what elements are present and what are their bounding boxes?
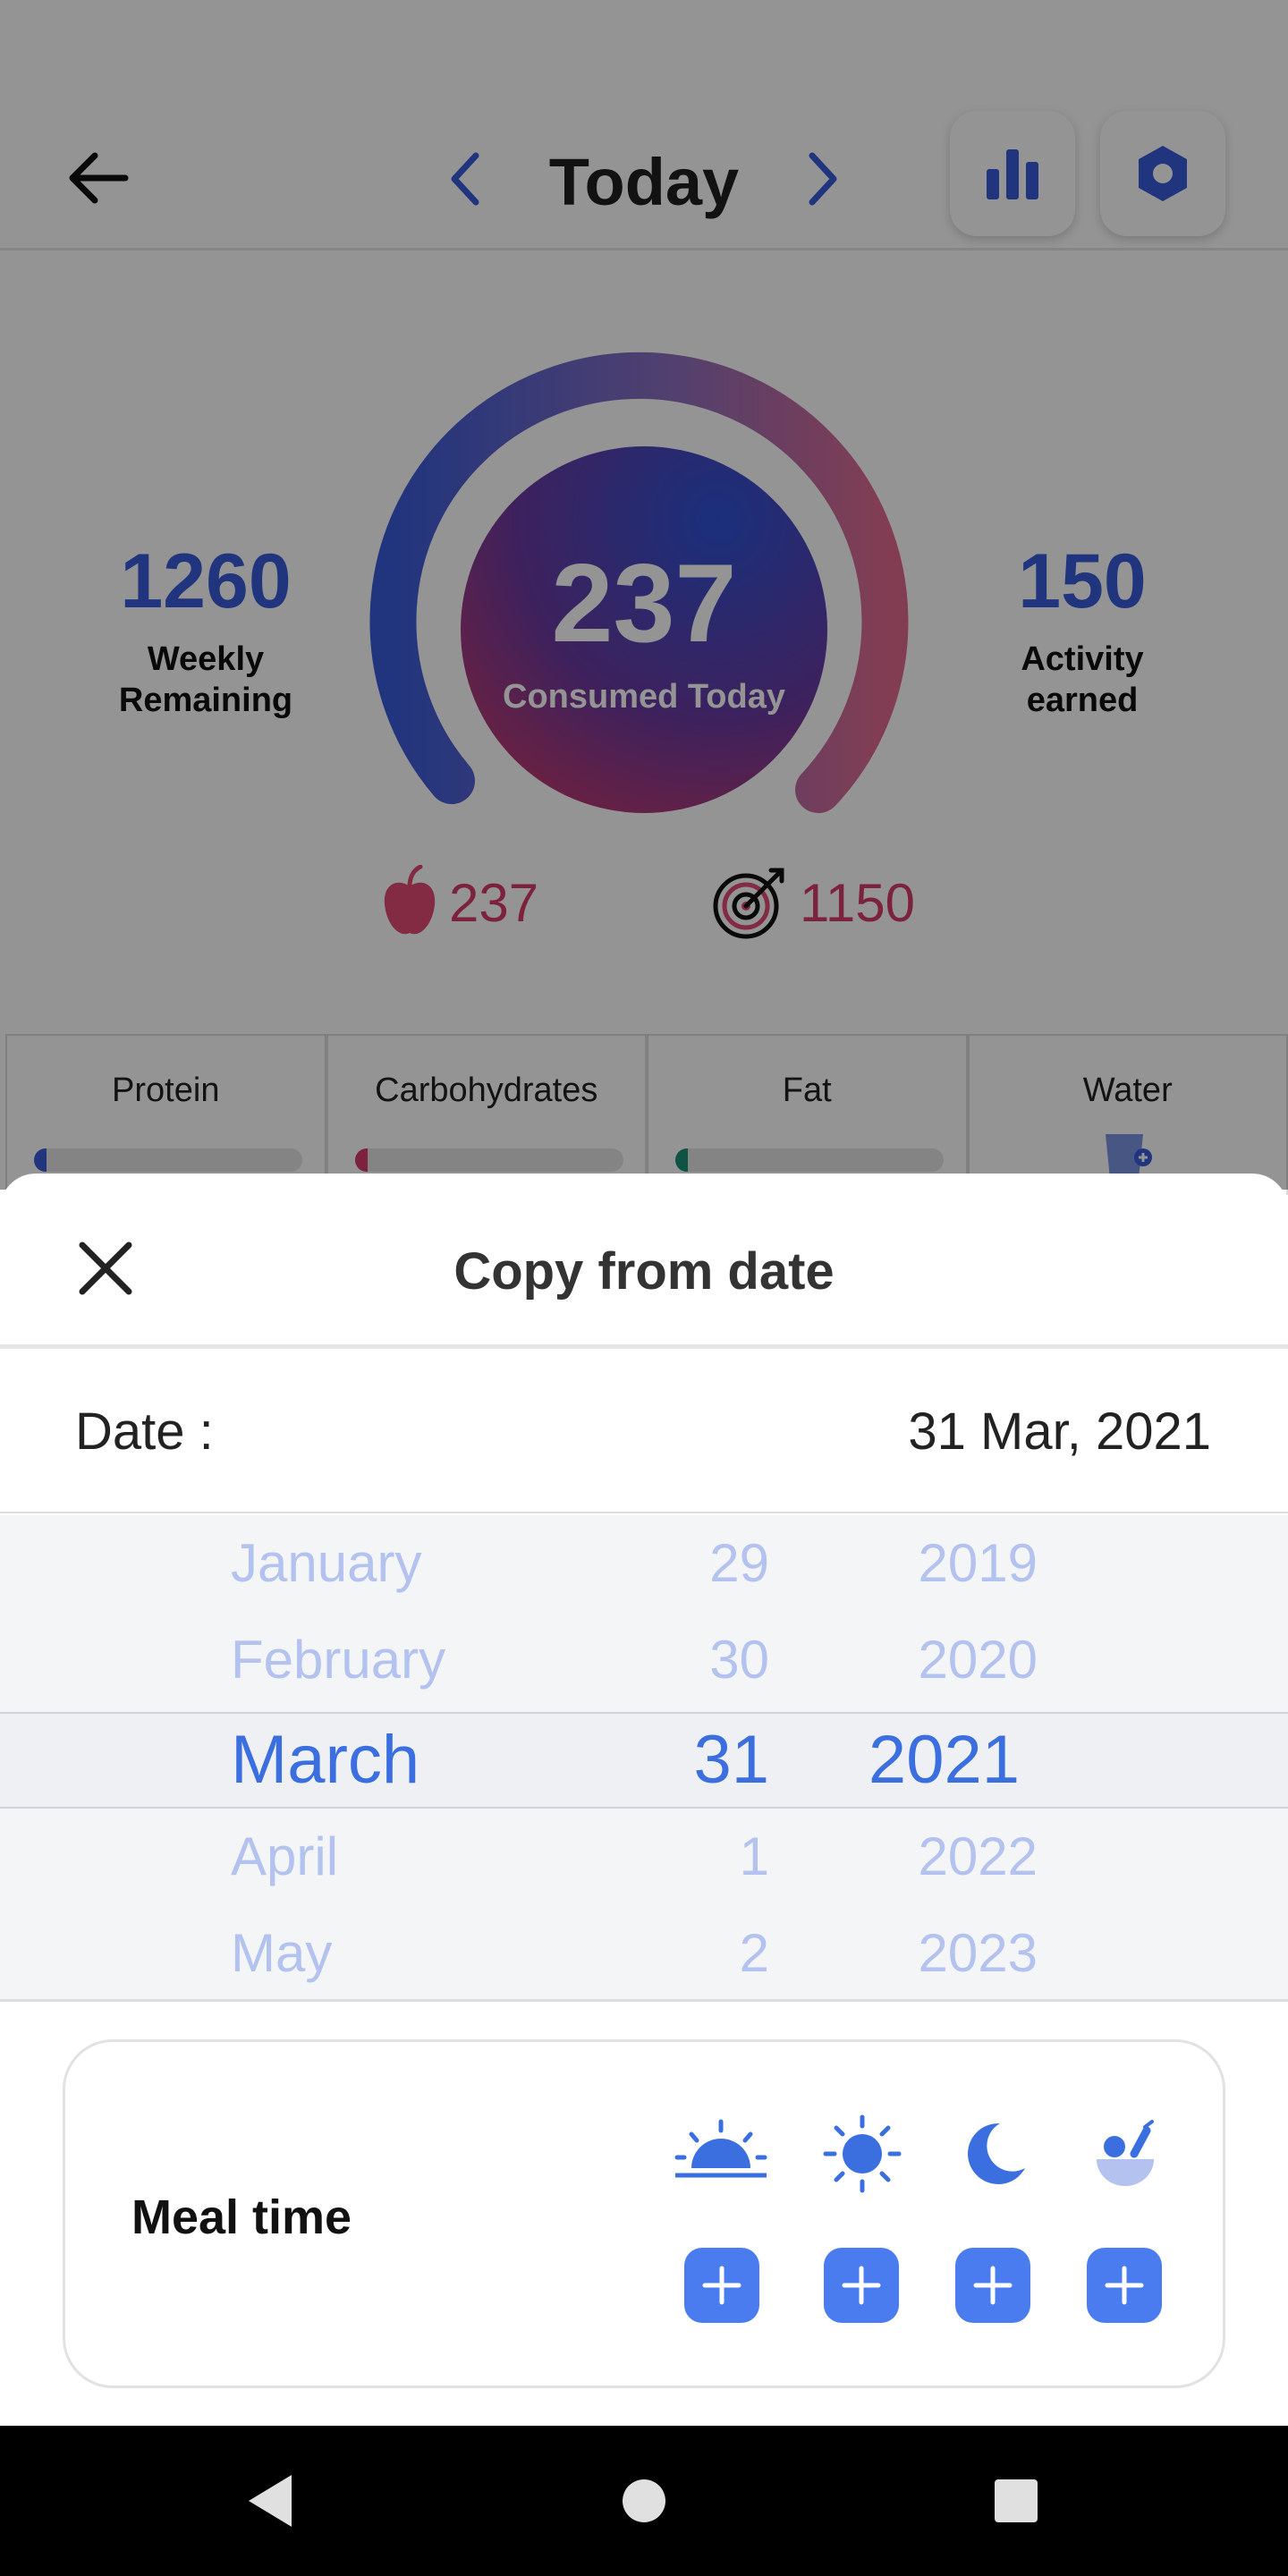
plus-icon [973,2266,1013,2305]
dinner-moon-icon [945,2114,1044,2194]
date-picker-wheel[interactable]: January February March April May 29 30 3… [0,1515,1288,2002]
plus-icon [842,2266,881,2305]
snack-bowl-icon [1076,2114,1174,2194]
plus-icon [1105,2266,1144,2305]
picker-day-item[interactable]: 29 [626,1515,769,1612]
picker-day-selected[interactable]: 31 [626,1712,769,1809]
lunch-sun-icon [813,2114,911,2194]
meal-time-card: Meal time [63,2039,1225,2388]
nav-back-icon[interactable] [234,2465,306,2537]
copy-from-date-sheet: Copy from date Date : 31 Mar, 2021 Janua… [0,1174,1288,2426]
picker-month-item[interactable]: May [231,1905,517,2002]
picker-year-item[interactable]: 2022 [877,1809,1038,1905]
close-icon[interactable] [70,1233,141,1304]
modal-scrim[interactable] [0,0,1288,1190]
date-value: 31 Mar, 2021 [908,1402,1211,1461]
add-lunch-button[interactable] [824,2248,899,2323]
nav-home-icon[interactable] [608,2465,680,2537]
sheet-title: Copy from date [453,1242,835,1301]
nav-recents-icon[interactable] [980,2465,1052,2537]
date-label: Date : [75,1402,214,1461]
picker-year-selected[interactable]: 2021 [859,1712,1020,1809]
picker-day-item[interactable]: 30 [626,1612,769,1708]
breakfast-sunrise-icon [672,2114,770,2194]
picker-month-item[interactable]: February [231,1612,517,1708]
meal-time-label: Meal time [131,2190,352,2244]
plus-icon [702,2266,741,2305]
add-breakfast-button[interactable] [684,2248,759,2323]
picker-day-item[interactable]: 1 [626,1809,769,1905]
sheet-header: Copy from date [0,1174,1288,1349]
picker-month-selected[interactable]: March [231,1712,517,1809]
system-navigation-bar [0,2426,1288,2576]
add-snack-button[interactable] [1087,2248,1162,2323]
picker-month-item[interactable]: April [231,1809,517,1905]
picker-year-item[interactable]: 2023 [877,1905,1038,2002]
picker-year-item[interactable]: 2020 [877,1612,1038,1708]
date-row: Date : 31 Mar, 2021 [0,1352,1288,1513]
add-dinner-button[interactable] [955,2248,1030,2323]
picker-month-item[interactable]: January [231,1515,517,1612]
picker-year-item[interactable]: 2019 [877,1515,1038,1612]
picker-day-item[interactable]: 2 [626,1905,769,2002]
